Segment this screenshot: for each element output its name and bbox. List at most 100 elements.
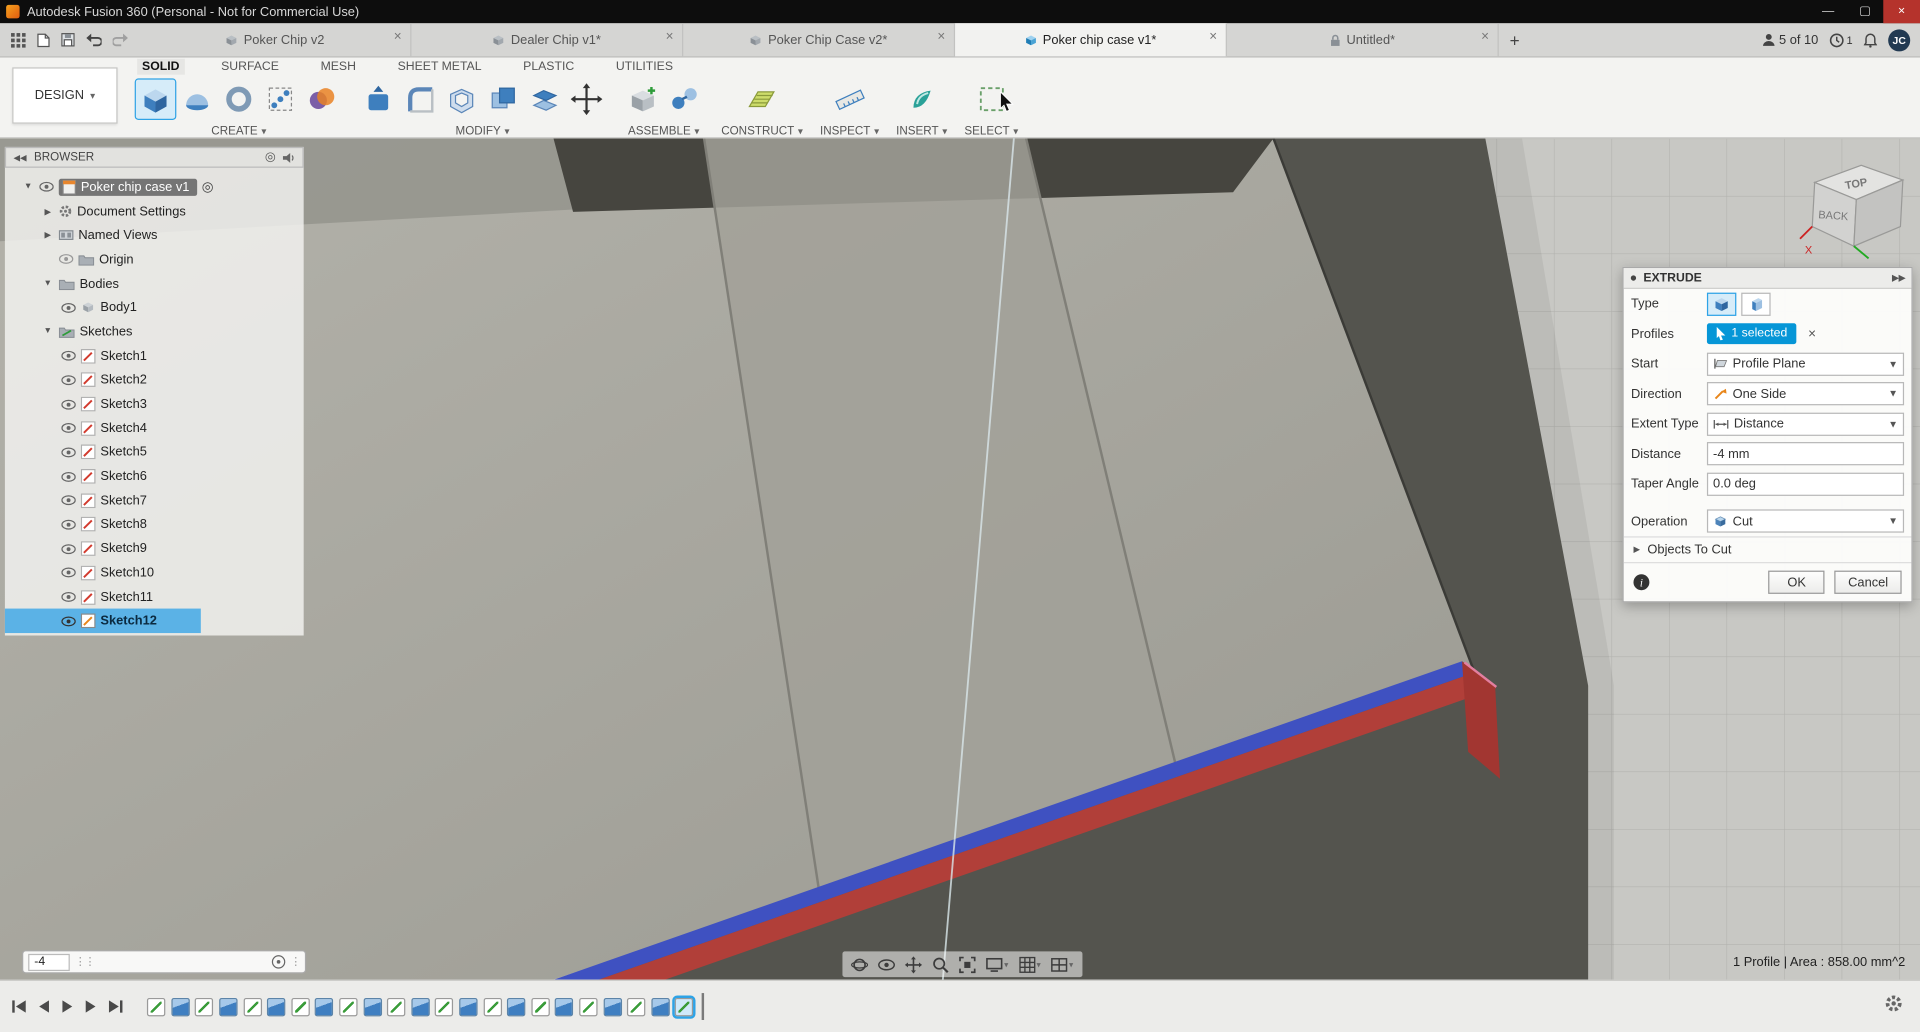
timeline-feature[interactable] xyxy=(387,997,406,1016)
zoom-button[interactable] xyxy=(929,954,951,974)
look-at-button[interactable] xyxy=(876,957,898,972)
timeline-feature[interactable] xyxy=(507,997,526,1016)
tab-untitled[interactable]: Untitled* × xyxy=(1227,23,1499,57)
construct-plane-tool[interactable] xyxy=(742,80,781,119)
timeline-feature[interactable] xyxy=(555,997,574,1016)
tab-close-icon[interactable]: × xyxy=(937,30,945,44)
eye-icon[interactable] xyxy=(61,495,76,506)
tab-close-icon[interactable]: × xyxy=(1481,30,1489,44)
eye-icon[interactable] xyxy=(61,543,76,554)
timeline-feature[interactable] xyxy=(483,997,502,1016)
objects-to-cut-section[interactable]: ▶ Objects To Cut xyxy=(1623,536,1912,564)
timeline-feature[interactable] xyxy=(171,997,190,1016)
tree-node-sketches[interactable]: ▼ Sketches xyxy=(5,320,304,344)
tab-sheet-metal[interactable]: SHEET METAL xyxy=(393,59,487,75)
job-status[interactable]: 1 xyxy=(1829,32,1853,47)
eye-icon[interactable] xyxy=(61,616,76,627)
taper-angle-input[interactable]: 0.0 deg xyxy=(1706,472,1905,496)
tree-node-sketch10[interactable]: Sketch10 xyxy=(5,561,304,585)
close-button[interactable]: × xyxy=(1883,0,1920,24)
modify-dropdown[interactable]: MODIFY ▾ xyxy=(456,125,510,138)
user-avatar[interactable]: JC xyxy=(1888,28,1911,51)
start-dropdown[interactable]: Profile Plane ▼ xyxy=(1706,352,1905,376)
operation-dropdown[interactable]: Cut ▼ xyxy=(1706,509,1905,533)
fit-button[interactable] xyxy=(956,954,978,974)
drag-handle-icon[interactable]: ⋮ xyxy=(290,955,301,968)
slider-handle-icon[interactable] xyxy=(271,955,286,969)
tree-node-sketch4[interactable]: Sketch4 xyxy=(5,416,304,440)
eye-icon[interactable] xyxy=(61,567,76,578)
viewports-button[interactable]: ▾ xyxy=(1048,956,1076,973)
tab-close-icon[interactable]: × xyxy=(394,30,402,44)
distance-input[interactable]: -4 mm xyxy=(1706,442,1905,466)
display-settings-button[interactable]: ▾ xyxy=(983,956,1011,973)
tree-node-sketch8[interactable]: Sketch8 xyxy=(5,513,304,537)
select-dropdown[interactable]: SELECT ▾ xyxy=(964,125,1018,138)
tab-mesh[interactable]: MESH xyxy=(316,59,361,75)
tab-close-icon[interactable]: × xyxy=(1209,30,1217,44)
extrude-tool[interactable] xyxy=(134,78,177,121)
inspect-dropdown[interactable]: INSPECT ▾ xyxy=(820,125,879,138)
eye-icon[interactable] xyxy=(61,471,76,482)
insert-tool[interactable] xyxy=(902,80,941,119)
orbit-button[interactable] xyxy=(849,954,871,974)
undo-icon[interactable] xyxy=(86,33,102,47)
clear-selection-icon[interactable]: × xyxy=(1808,327,1816,342)
timeline-feature[interactable] xyxy=(459,997,478,1016)
shell-tool[interactable] xyxy=(442,80,481,119)
tab-surface[interactable]: SURFACE xyxy=(216,59,284,75)
eye-icon[interactable] xyxy=(61,423,76,434)
3d-viewport[interactable]: ◀◀ BROWSER ◎ ▼ Poker chip case v1 ◎ ▶ Do… xyxy=(0,138,1920,980)
app-grid-icon[interactable] xyxy=(11,32,26,48)
go-to-start-button[interactable] xyxy=(12,1000,26,1013)
timeline-position-marker[interactable] xyxy=(701,993,704,1021)
play-button[interactable] xyxy=(62,1000,73,1013)
eye-icon[interactable] xyxy=(61,519,76,530)
tree-node-sketch1[interactable]: Sketch1 xyxy=(5,344,304,368)
tab-poker-chip-v2[interactable]: Poker Chip v2 × xyxy=(140,23,412,57)
type-extrude-button[interactable] xyxy=(1706,292,1737,316)
timeline-feature[interactable] xyxy=(603,997,622,1016)
coil-tool[interactable] xyxy=(219,80,258,119)
cancel-button[interactable]: Cancel xyxy=(1834,570,1902,594)
canvas-distance-input[interactable]: -4 xyxy=(28,953,70,971)
create-form-tool[interactable] xyxy=(302,80,341,119)
timeline-feature[interactable] xyxy=(147,997,166,1016)
save-icon[interactable] xyxy=(61,33,75,47)
workspace-selector[interactable]: DESIGN ▾ xyxy=(12,67,118,124)
create-dropdown[interactable]: CREATE ▾ xyxy=(211,125,266,138)
timeline-feature[interactable] xyxy=(363,997,382,1016)
press-pull-tool[interactable] xyxy=(359,80,398,119)
construct-dropdown[interactable]: CONSTRUCT ▾ xyxy=(721,125,803,138)
timeline-settings-gear[interactable] xyxy=(1884,994,1902,1018)
expand-arrow-icon[interactable]: ▶ xyxy=(42,230,54,241)
tree-node-sketch12-selected[interactable]: Sketch12 xyxy=(4,609,201,634)
tree-node-sketch6[interactable]: Sketch6 xyxy=(5,464,304,488)
tree-node-origin[interactable]: Origin xyxy=(5,247,304,271)
tree-node-body1[interactable]: Body1 xyxy=(5,296,304,320)
timeline-feature[interactable] xyxy=(291,997,310,1016)
tab-poker-chip-case-v2[interactable]: Poker Chip Case v2* × xyxy=(683,23,956,57)
move-tool[interactable] xyxy=(567,80,606,119)
tree-node-sketch11[interactable]: Sketch11 xyxy=(5,585,304,609)
offset-face-tool[interactable] xyxy=(525,80,564,119)
go-to-end-button[interactable] xyxy=(108,1000,123,1013)
tree-root-row[interactable]: ▼ Poker chip case v1 ◎ xyxy=(5,175,304,199)
drag-handle-icon[interactable]: ⋮⋮ xyxy=(75,955,96,968)
tab-close-icon[interactable]: × xyxy=(666,30,674,44)
eye-icon[interactable] xyxy=(61,375,76,386)
new-tab-button[interactable]: + xyxy=(1499,23,1531,56)
timeline-feature[interactable] xyxy=(243,997,262,1016)
ok-button[interactable]: OK xyxy=(1768,570,1825,594)
tree-node-sketch3[interactable]: Sketch3 xyxy=(5,392,304,416)
fillet-tool[interactable] xyxy=(400,80,439,119)
tree-node-named-views[interactable]: ▶ Named Views xyxy=(5,223,304,247)
extent-type-dropdown[interactable]: Distance ▼ xyxy=(1706,412,1905,436)
timeline-feature[interactable] xyxy=(579,997,598,1016)
eye-icon[interactable] xyxy=(61,302,76,313)
timeline-feature[interactable] xyxy=(195,997,214,1016)
tree-node-sketch5[interactable]: Sketch5 xyxy=(5,440,304,464)
tree-node-document-settings[interactable]: ▶ Document Settings xyxy=(5,199,304,223)
timeline-feature[interactable] xyxy=(672,994,696,1019)
pattern-tool[interactable] xyxy=(261,80,300,119)
